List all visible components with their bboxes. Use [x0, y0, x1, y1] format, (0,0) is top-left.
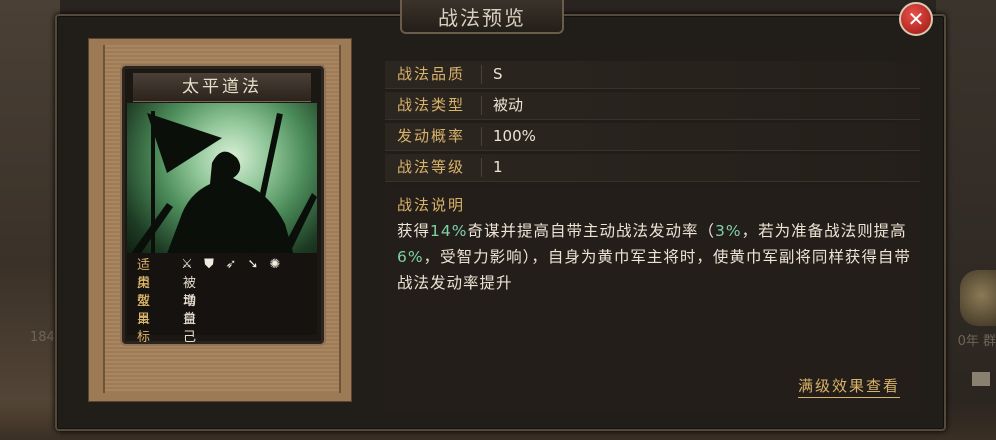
tactic-art [127, 103, 317, 259]
wheel-icon: ✺ [269, 257, 281, 272]
attr-label: 战法品质 [397, 65, 466, 83]
spear-icon: ➘ [247, 257, 259, 272]
close-icon: ✕ [907, 7, 925, 31]
avatar[interactable] [960, 270, 996, 326]
warrior-silhouette-icon [127, 111, 317, 259]
background-right-text: 0年 群 [957, 334, 996, 349]
description-highlight: 14% [430, 222, 468, 240]
card-info: 适用 ⚔ ⛊ ➶ ➘ ✺ 类型 被动 效果 增益 目标 自己 [127, 253, 317, 345]
background-left-text: 184 [30, 330, 55, 345]
full-level-effect-link[interactable]: 满级效果查看 [798, 375, 901, 398]
description-segment: 奇谋并提高自带主动战法发动率（ [467, 222, 715, 240]
tactic-name: 太平道法 [133, 73, 311, 102]
card-value: 自己 [183, 312, 197, 345]
description-segment: ，若为准备战法则提高 [741, 222, 907, 240]
shield-icon: ⛊ [204, 257, 214, 272]
attr-value: S [493, 65, 503, 83]
description-highlight: 3% [714, 222, 742, 240]
description-segment: 获得 [397, 222, 431, 240]
description-text: 获得14%奇谋并提高自带主动战法发动率（3%，若为准备战法则提高 6%，受智力影响… [397, 218, 915, 296]
divider [481, 96, 482, 115]
tactic-card: 太平道法 适用 ⚔ ⛊ ➶ ➘ ✺ 类型 被动 效果 增益 目标 自己 [122, 66, 324, 345]
description-title: 战法说明 [397, 196, 466, 214]
bow-icon: ➶ [225, 257, 237, 272]
description-highlight: 6% [397, 248, 424, 266]
attr-row-quality: 战法品质 S [385, 61, 920, 89]
attr-value: 1 [493, 158, 503, 176]
attr-row-level: 战法等级 1 [385, 154, 920, 182]
flag-icon[interactable] [972, 372, 990, 386]
attr-label: 战法等级 [397, 158, 466, 176]
divider [481, 127, 482, 146]
window-title: 战法预览 [400, 0, 564, 34]
divider [481, 65, 482, 84]
attr-row-probability: 发动概率 100% [385, 123, 920, 151]
axe-icon: ⚔ [181, 257, 193, 272]
attr-value: 100% [493, 127, 536, 145]
troop-icons: ⚔ ⛊ ➶ ➘ ✺ [179, 257, 283, 273]
close-button[interactable]: ✕ [899, 2, 933, 36]
attr-value: 被动 [493, 96, 524, 114]
description-segment: ，受智力影响），自身为黄巾军主将时，使黄巾军副将同样获得自带战法发动率提升 [397, 248, 911, 292]
card-key: 目标 [137, 312, 153, 345]
attr-row-type: 战法类型 被动 [385, 92, 920, 120]
background-left: 184 [0, 0, 60, 440]
attr-label: 战法类型 [397, 96, 466, 114]
attr-label: 发动概率 [397, 127, 466, 145]
divider [481, 158, 482, 177]
